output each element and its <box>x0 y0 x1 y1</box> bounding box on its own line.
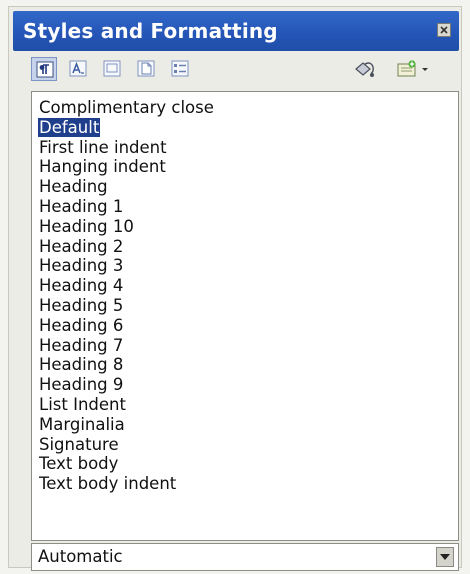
style-list-item[interactable]: List Indent <box>38 395 215 415</box>
style-list-item[interactable]: Heading 10 <box>38 217 215 237</box>
style-list-item-label: Heading 7 <box>39 335 124 355</box>
styles-and-formatting-panel: Styles and Formatting Complimentary clos… <box>8 6 462 571</box>
style-list-item[interactable]: Text body indent <box>38 474 215 494</box>
style-list-item[interactable]: Heading 4 <box>38 276 215 296</box>
style-list-item-label: Complimentary close <box>39 98 214 117</box>
style-list-item-label: Heading 5 <box>39 295 124 315</box>
style-filter-value: Automatic <box>38 547 123 566</box>
frame-styles-button[interactable] <box>99 57 125 81</box>
styles-list[interactable]: Complimentary close Default First line ind… <box>31 91 459 541</box>
close-button[interactable] <box>437 23 451 37</box>
style-list-item[interactable]: Heading 8 <box>38 355 215 375</box>
style-list-item[interactable]: Heading 2 <box>38 237 215 257</box>
style-list-item[interactable]: First line indent <box>38 138 215 158</box>
style-list-item[interactable]: Heading 6 <box>38 316 215 336</box>
style-list-item-label: Hanging indent <box>39 157 166 177</box>
style-list-item[interactable]: Hanging indent <box>38 157 215 177</box>
style-list-item[interactable]: Heading 5 <box>38 296 215 316</box>
style-list-item[interactable]: Heading <box>38 177 215 197</box>
style-list-item[interactable]: Heading 3 <box>38 256 215 276</box>
style-list-item-label: Heading 3 <box>39 256 124 276</box>
page-styles-button[interactable] <box>133 57 159 81</box>
style-list-item[interactable]: Marginalia <box>38 415 215 435</box>
title-bar[interactable]: Styles and Formatting <box>13 11 459 51</box>
style-list-item-label: Text body indent <box>39 474 177 494</box>
style-list-item-label: Heading <box>39 177 108 197</box>
style-list-item[interactable]: Heading 9 <box>38 375 215 395</box>
style-list-item[interactable]: Heading 7 <box>38 336 215 356</box>
style-list-item-label: Heading 6 <box>39 315 124 335</box>
style-list-item-label: First line indent <box>39 137 167 157</box>
fill-format-mode-button[interactable] <box>349 57 381 81</box>
style-list-item-label: Heading 8 <box>39 355 124 375</box>
style-list-item-label: Default <box>38 117 101 137</box>
panel-title: Styles and Formatting <box>23 19 278 43</box>
style-list-item[interactable]: Signature <box>38 435 215 455</box>
style-list-item-label: Heading 1 <box>39 196 124 216</box>
character-styles-button[interactable] <box>65 57 91 81</box>
paragraph-styles-button[interactable] <box>31 57 57 81</box>
style-list-item-label: Heading 4 <box>39 276 124 296</box>
style-list-item-label: Text body <box>39 454 119 474</box>
style-list-item-label: Heading 9 <box>39 375 124 395</box>
style-list-item-label: Heading 2 <box>39 236 124 256</box>
style-list-item-label: Signature <box>39 434 119 454</box>
dropdown-arrow-button[interactable] <box>436 547 454 567</box>
style-list-item-label: List Indent <box>39 394 126 414</box>
style-list-item[interactable]: Text body <box>38 454 215 474</box>
list-styles-button[interactable] <box>167 57 193 81</box>
style-list-item-label: Marginalia <box>39 414 125 434</box>
style-category-toolbar <box>13 51 459 89</box>
style-list-item[interactable]: Complimentary close <box>38 98 215 118</box>
styles-list-items: Complimentary close Default First line ind… <box>38 98 215 494</box>
style-list-item[interactable]: Heading 1 <box>38 197 215 217</box>
style-filter-dropdown[interactable]: Automatic <box>31 543 459 571</box>
style-list-item-label: Heading 10 <box>39 216 134 236</box>
style-list-item[interactable]: Default <box>38 117 215 138</box>
new-style-from-selection-button[interactable] <box>391 57 435 81</box>
